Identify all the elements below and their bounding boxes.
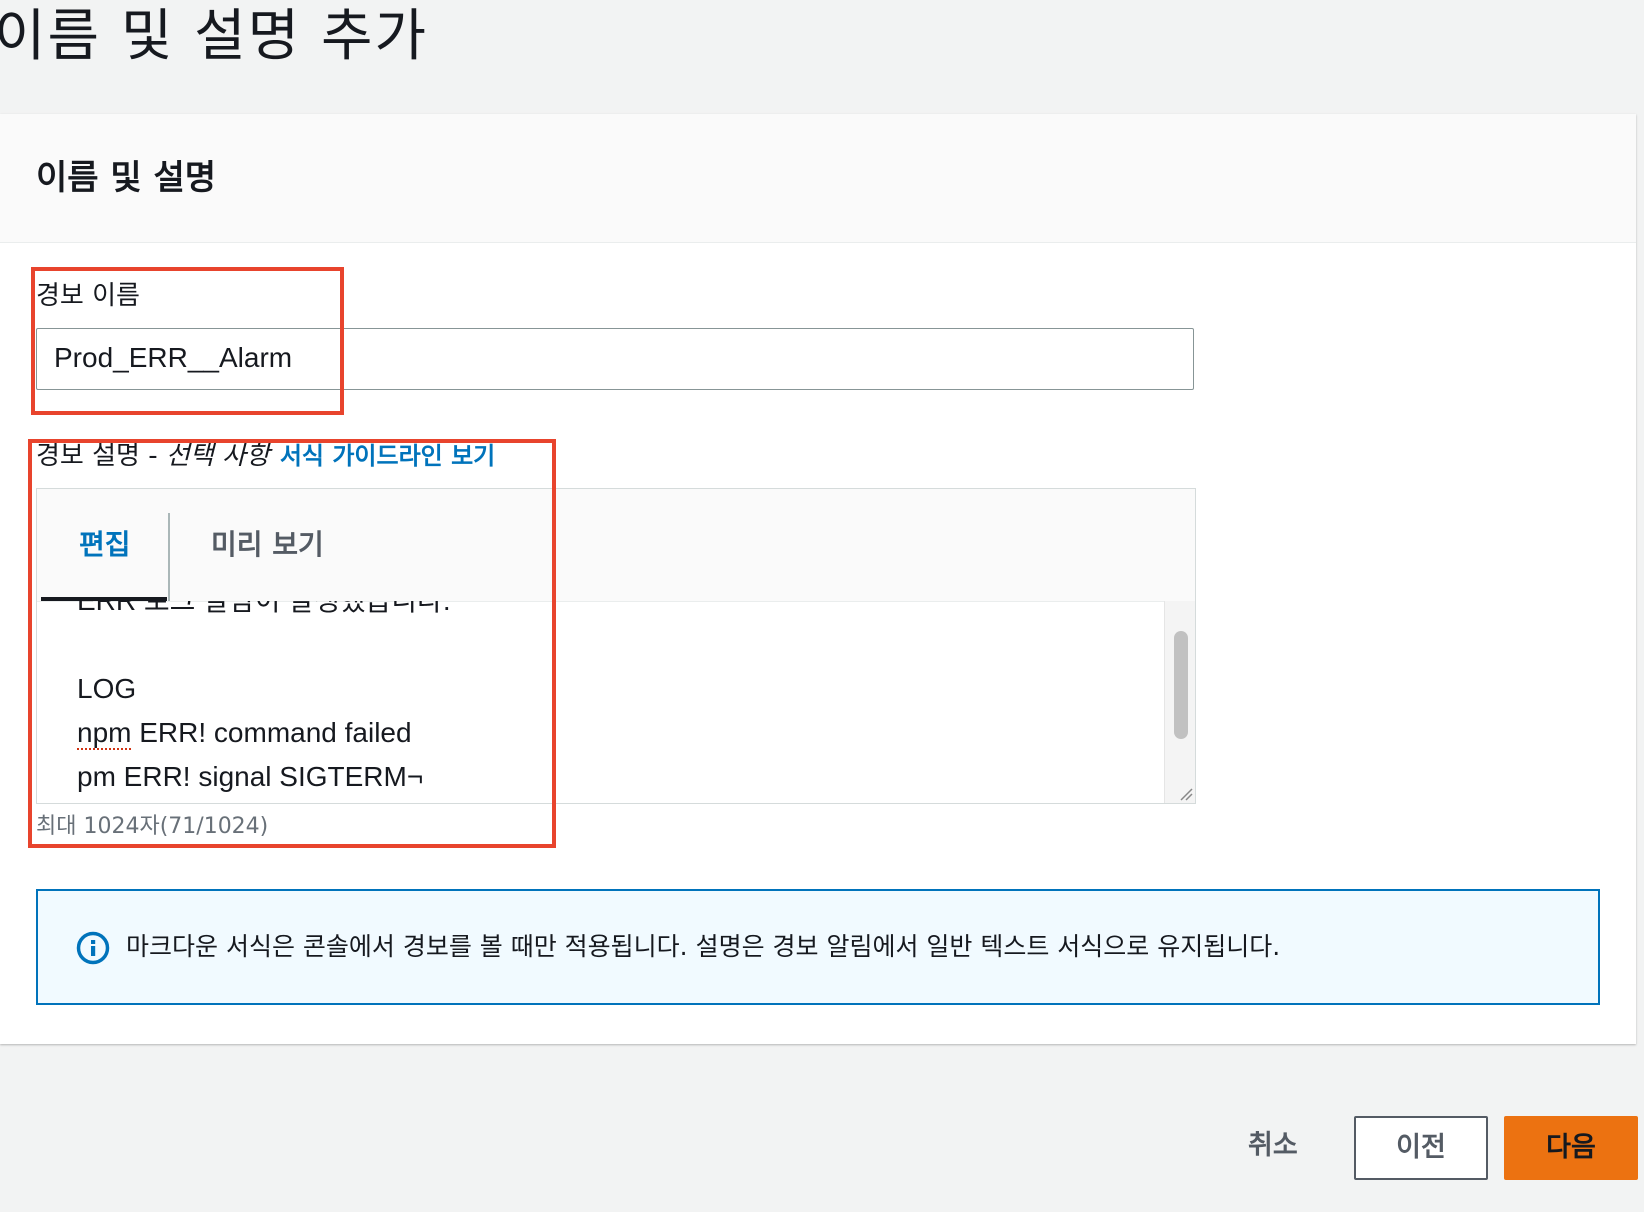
tab-edit[interactable]: 편집 [79, 525, 131, 565]
description-line: ERR 로그 알람이 발생했습니다. [77, 601, 451, 616]
panel-title: 이름 및 설명 [36, 158, 217, 198]
resize-grip-icon[interactable] [1179, 787, 1193, 801]
previous-button[interactable]: 이전 [1354, 1116, 1488, 1180]
editor-scrollbar[interactable] [1164, 601, 1195, 803]
description-line: pm ERR! signal SIGTERM [77, 761, 407, 792]
description-line: LOG [77, 673, 137, 704]
editor-tab-bar: 편집 미리 보기 [37, 489, 1195, 602]
spellcheck-word: npm [77, 717, 132, 748]
character-count: 최대 1024자(71/1024) [36, 814, 269, 839]
format-guidelines-link[interactable]: 서식 가이드라인 보기 [280, 442, 495, 470]
description-text[interactable]: ERR 로그 알람이 발생했습니다. LOG npm ERR! command … [77, 601, 451, 799]
tab-preview[interactable]: 미리 보기 [211, 525, 324, 565]
alarm-description-label-text: 경보 설명 - [36, 441, 166, 471]
info-icon [76, 931, 110, 965]
page-title: 이름 및 설명 추가 [0, 4, 429, 69]
description-textarea[interactable]: ERR 로그 알람이 발생했습니다. LOG npm ERR! command … [37, 601, 1195, 803]
cancel-button[interactable]: 취소 [1248, 1126, 1298, 1166]
alarm-name-input[interactable]: Prod_ERR__Alarm [36, 328, 1194, 390]
tab-divider [168, 513, 170, 601]
description-editor: 편집 미리 보기 ERR 로그 알람이 발생했습니다. LOG npm ERR!… [36, 488, 1196, 804]
info-text: 마크다운 서식은 콘솔에서 경보를 볼 때만 적용됩니다. 설명은 경보 알림에… [126, 932, 1281, 961]
scrollbar-thumb[interactable] [1174, 631, 1188, 739]
optional-label: 선택 사항 [165, 441, 270, 471]
info-alert: 마크다운 서식은 콘솔에서 경보를 볼 때만 적용됩니다. 설명은 경보 알림에… [36, 889, 1600, 1005]
alarm-name-label: 경보 이름 [36, 281, 140, 311]
panel-header: 이름 및 설명 [0, 114, 1636, 243]
alarm-description-label: 경보 설명 - 선택 사항 서식 가이드라인 보기 [36, 438, 495, 474]
next-button[interactable]: 다음 [1504, 1116, 1638, 1180]
text-cursor-glyph: ¬ [406, 761, 424, 792]
description-line: ERR! command failed [131, 717, 412, 748]
